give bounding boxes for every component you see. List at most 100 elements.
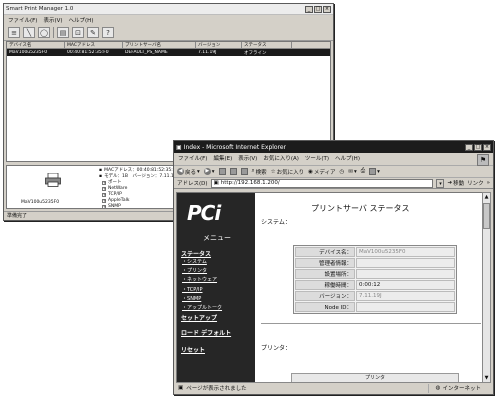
- nav-link-snmp[interactable]: SNMP: [182, 295, 201, 302]
- column-status[interactable]: ステータス: [242, 42, 292, 48]
- stop-icon: [218, 168, 226, 175]
- star-icon: ☆: [270, 168, 276, 175]
- expand-icon[interactable]: +: [102, 193, 106, 197]
- close-button[interactable]: ×: [323, 5, 331, 13]
- forward-button[interactable]: ▶ ▾: [203, 168, 215, 175]
- chevron-right-icon[interactable]: »: [487, 180, 490, 186]
- help-icon[interactable]: ?: [102, 27, 114, 38]
- media-label: メディア: [313, 169, 336, 176]
- page-done-icon: ▣: [178, 385, 184, 391]
- spm-titlebar[interactable]: Smart Print Manager 1.0 _ □ ×: [4, 4, 333, 15]
- go-arrow-icon: ➔: [447, 180, 453, 186]
- refresh-icon: [229, 168, 237, 175]
- search-button[interactable]: ⌕ 検索: [252, 168, 267, 176]
- column-device-name[interactable]: デバイス名: [7, 42, 65, 48]
- field-label: Node ID：: [295, 302, 355, 312]
- vertical-scrollbar[interactable]: ▲ ▼: [482, 192, 491, 383]
- toolbar-divider: [53, 27, 54, 38]
- nav-link-load-default[interactable]: ロード デフォルト: [181, 328, 231, 337]
- nav-link-reset[interactable]: リセット: [181, 345, 205, 354]
- search-label: 検索: [255, 169, 267, 176]
- stop-button[interactable]: [218, 168, 226, 175]
- mail-button[interactable]: ✉ ▾: [348, 169, 356, 175]
- nav-link-status[interactable]: ステータス: [181, 249, 211, 258]
- address-input[interactable]: ▣ http://192.168.1.200/: [210, 178, 434, 188]
- menu-help[interactable]: ヘルプ(H): [335, 154, 360, 164]
- menu-view[interactable]: 表示(V): [238, 154, 257, 164]
- maximize-button[interactable]: □: [314, 5, 322, 13]
- field-value: [356, 269, 455, 279]
- field-value: [356, 302, 455, 312]
- minimize-button[interactable]: _: [305, 5, 313, 13]
- cell-device-name: MaV100u5235F0: [9, 50, 48, 55]
- globe-icon: ◍: [435, 385, 441, 391]
- history-icon: ◷: [339, 168, 345, 175]
- printer-section-label: プリンタ：: [261, 345, 292, 352]
- expand-icon[interactable]: +: [102, 187, 106, 191]
- nav-link-netware[interactable]: ネットウェア: [182, 276, 217, 283]
- nav-link-system[interactable]: システム: [182, 258, 207, 265]
- history-button[interactable]: ◷: [340, 169, 345, 175]
- nav-link-setup[interactable]: セットアップ: [181, 313, 217, 322]
- nav-link-printer[interactable]: プリンタ: [182, 267, 207, 274]
- menu-view[interactable]: 表示(V): [43, 16, 62, 24]
- edit-button[interactable]: ▾: [369, 168, 380, 175]
- menu-edit[interactable]: 編集(E): [213, 154, 232, 164]
- print-icon: ⎙: [360, 168, 366, 174]
- list-icon[interactable]: ≡: [8, 27, 20, 38]
- cell-status: オフライン: [244, 50, 267, 56]
- refresh-button[interactable]: [229, 168, 237, 175]
- printer-icon: [45, 173, 61, 187]
- expand-icon[interactable]: +: [102, 199, 106, 203]
- field-value: [356, 258, 455, 268]
- expand-icon[interactable]: +: [102, 205, 106, 209]
- ie-menubar: ファイル(F) 編集(E) 表示(V) お気に入り(A) ツール(T) ヘルプ(…: [174, 153, 493, 165]
- properties-icon[interactable]: ▤: [57, 27, 69, 38]
- column-mac-address[interactable]: MACアドレス: [65, 42, 123, 48]
- maximize-button[interactable]: □: [474, 143, 482, 151]
- back-button[interactable]: ◀ 戻る ▾: [177, 168, 200, 176]
- scroll-thumb[interactable]: [483, 203, 490, 229]
- field-label: 管理者情報：: [295, 258, 355, 268]
- favorites-button[interactable]: ☆ お気に入り: [271, 168, 304, 176]
- printer-setup-icon[interactable]: ⊡: [72, 27, 84, 38]
- field-value: 0:00:12: [356, 280, 455, 290]
- chevron-down-icon: ▾: [211, 168, 215, 175]
- expand-icon[interactable]: +: [102, 181, 106, 185]
- print-button[interactable]: ⎙: [361, 168, 365, 175]
- security-zone: ◍ インターネット: [423, 383, 481, 393]
- links-button[interactable]: リンク: [467, 179, 484, 187]
- menu-help[interactable]: ヘルプ(H): [69, 16, 94, 24]
- wrench-icon[interactable]: ╲: [23, 27, 35, 38]
- column-version[interactable]: バージョン: [196, 42, 242, 48]
- favorites-label: お気に入り: [276, 169, 305, 176]
- page-nav: PCi メニュー ステータス システム プリンタ ネットウェア TCP/IP S…: [177, 193, 255, 382]
- menu-file[interactable]: ファイル(F): [178, 154, 207, 164]
- table-row[interactable]: MaV100u5235F0 00:40:81:52:35:F0 DEFAULT_…: [7, 49, 330, 56]
- menu-tools[interactable]: ツール(T): [305, 154, 329, 164]
- tree-item-snmp[interactable]: + SNMP: [99, 204, 178, 210]
- scroll-up-icon[interactable]: ▲: [483, 193, 490, 201]
- menu-favorites[interactable]: お気に入り(A): [263, 154, 299, 164]
- table-row: 管理者情報：: [295, 258, 455, 268]
- menu-file[interactable]: ファイル(F): [8, 16, 37, 24]
- address-dropdown-button[interactable]: ▾: [436, 178, 445, 188]
- page-main: プリントサーバ ステータス システム： デバイス名： MaV100u5235F0 …: [255, 193, 483, 382]
- media-button[interactable]: ◉ メディア: [308, 168, 335, 176]
- column-print-server-name[interactable]: プリントサーバ名: [123, 42, 196, 48]
- close-button[interactable]: ×: [483, 143, 491, 151]
- home-button[interactable]: [240, 168, 248, 175]
- spm-window-title: Smart Print Manager 1.0: [6, 6, 74, 12]
- scroll-down-icon[interactable]: ▼: [483, 374, 490, 382]
- minimize-button[interactable]: _: [465, 143, 473, 151]
- nav-link-tcpip[interactable]: TCP/IP: [182, 286, 202, 293]
- go-button[interactable]: ➔ 移動: [447, 179, 464, 187]
- nav-link-appletalk[interactable]: アップルトーク: [182, 304, 222, 311]
- forward-arrow-icon: ▶: [203, 168, 211, 175]
- ie-titlebar[interactable]: ▣ Index - Microsoft Internet Explorer _ …: [174, 141, 493, 153]
- address-bar-row: アドレス(D) ▣ http://192.168.1.200/ ▾ ➔ 移動 リン…: [174, 177, 493, 189]
- field-label: 稼働時間：: [295, 280, 355, 290]
- tools-icon[interactable]: ✎: [87, 27, 99, 38]
- section-divider: [261, 323, 481, 324]
- refresh-icon[interactable]: ◯: [38, 27, 50, 38]
